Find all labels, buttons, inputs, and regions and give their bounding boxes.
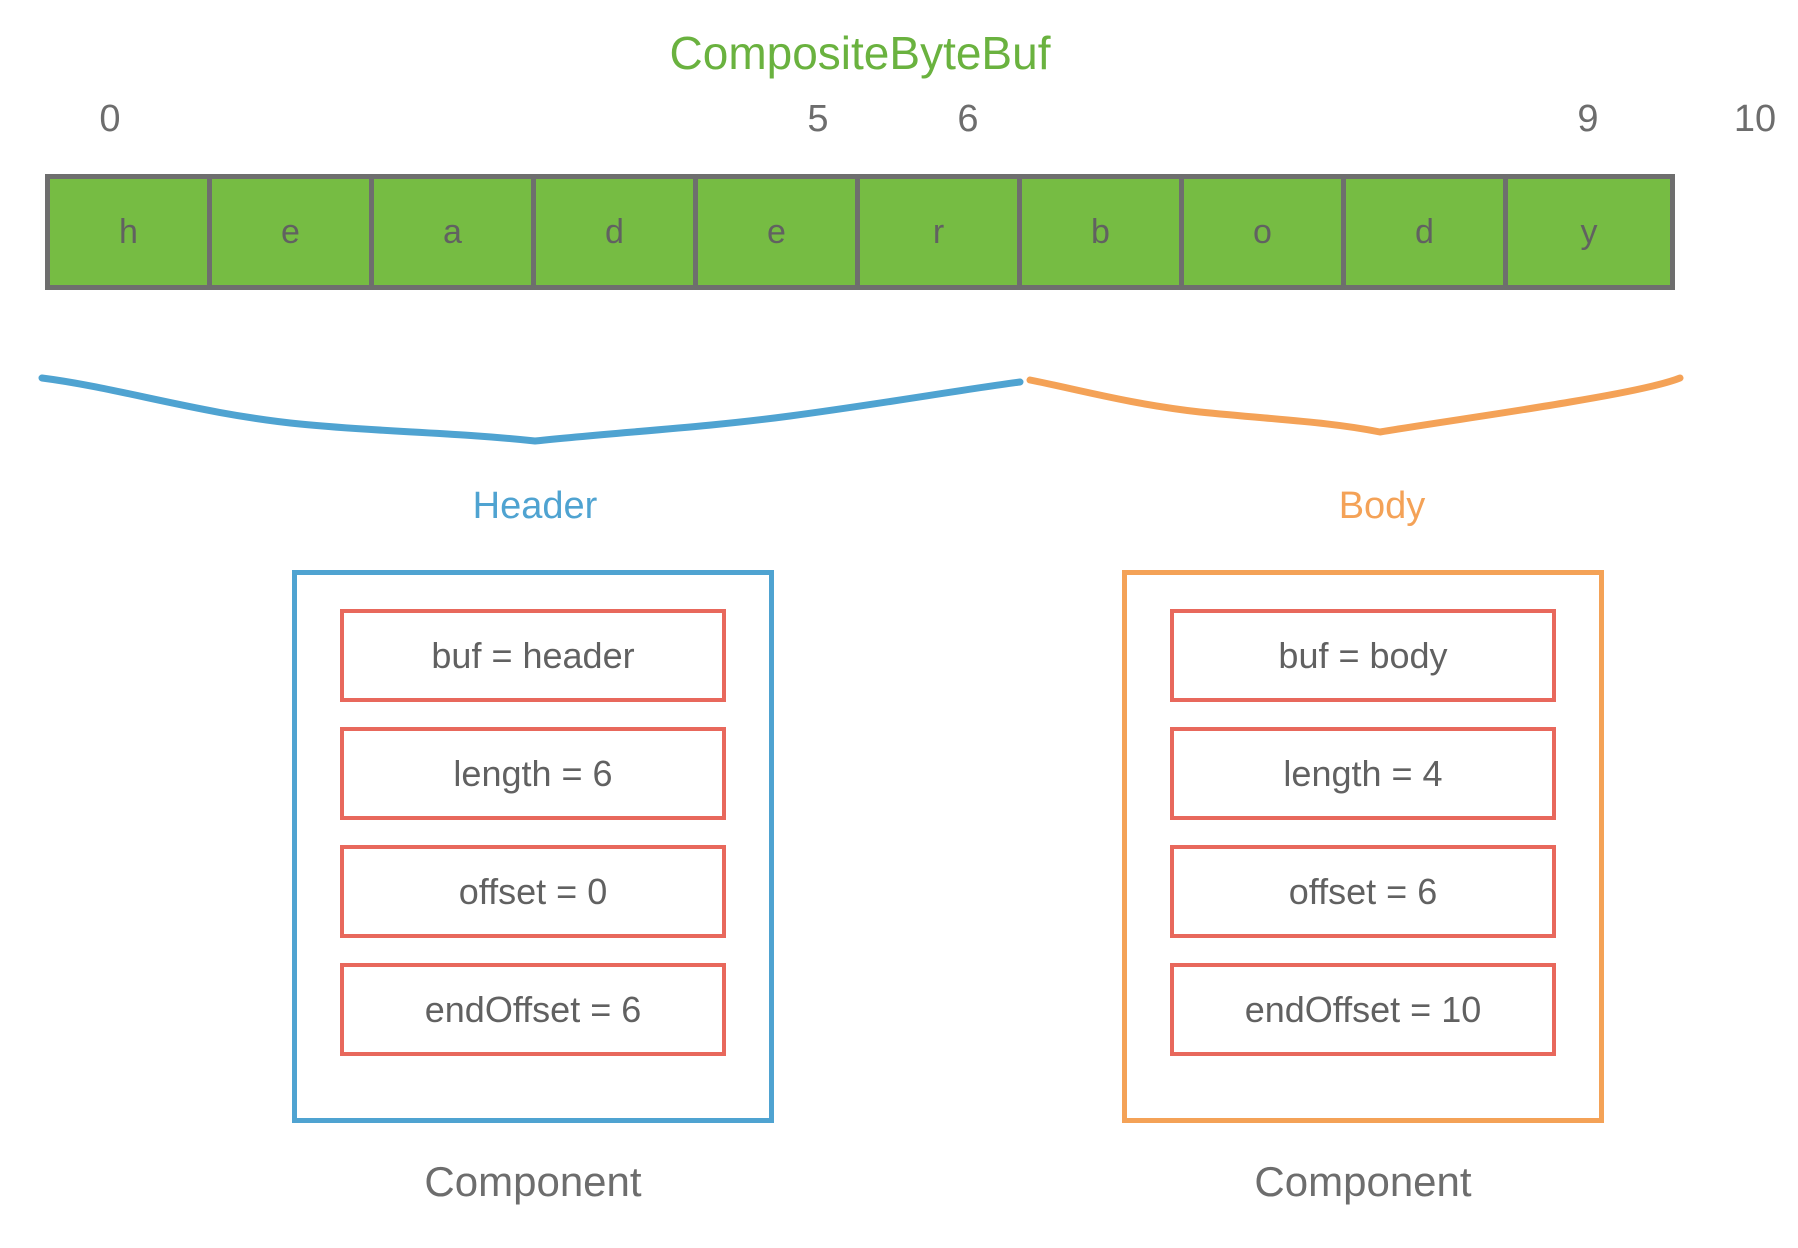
ruler-tick-5: 5: [807, 98, 829, 140]
body-brace-path: [1026, 374, 1684, 436]
byte-cell-8: d: [1346, 179, 1508, 285]
field-header-length: length = 6: [340, 727, 726, 820]
component-box-body: buf = body length = 4 offset = 6 endOffset …: [1122, 570, 1604, 1123]
field-header-endOffset: endOffset = 6: [340, 963, 726, 1056]
byte-cell-4: e: [698, 179, 860, 285]
component-box-header: buf = header length = 6 offset = 0 endOffse…: [292, 570, 774, 1123]
byte-cell-3: d: [536, 179, 698, 285]
byte-cell-5: r: [860, 179, 1022, 285]
field-body-endOffset: endOffset = 10: [1170, 963, 1556, 1056]
group-label-header: Header: [472, 485, 598, 527]
ruler-tick-0: 0: [99, 98, 121, 140]
field-body-buf: buf = body: [1170, 609, 1556, 702]
ruler-tick-9: 9: [1577, 98, 1599, 140]
diagram-canvas: CompositeByteBuf 0 5 6 9 10 headerbody Heade…: [0, 0, 1798, 1248]
ruler-tick-10: 10: [1733, 98, 1777, 140]
byte-cell-1: e: [212, 179, 374, 285]
group-braces: [38, 374, 1684, 445]
page-title: CompositeByteBuf: [669, 27, 1051, 79]
byte-cell-7: o: [1184, 179, 1346, 285]
component-caption-header: Component: [424, 1158, 642, 1205]
byte-index-ruler: 0 5 6 9 10: [0, 98, 1798, 148]
ruler-tick-6: 6: [957, 98, 979, 140]
composite-buffer-bar: headerbody: [45, 174, 1675, 290]
field-header-offset: offset = 0: [340, 845, 726, 938]
byte-cell-2: a: [374, 179, 536, 285]
header-brace-path: [38, 374, 1024, 445]
byte-cell-9: y: [1508, 179, 1670, 285]
byte-cell-6: b: [1022, 179, 1184, 285]
field-header-buf: buf = header: [340, 609, 726, 702]
group-label-body: Body: [1338, 485, 1426, 527]
byte-cell-0: h: [50, 179, 212, 285]
component-caption-body: Component: [1254, 1158, 1472, 1205]
field-body-length: length = 4: [1170, 727, 1556, 820]
field-body-offset: offset = 6: [1170, 845, 1556, 938]
